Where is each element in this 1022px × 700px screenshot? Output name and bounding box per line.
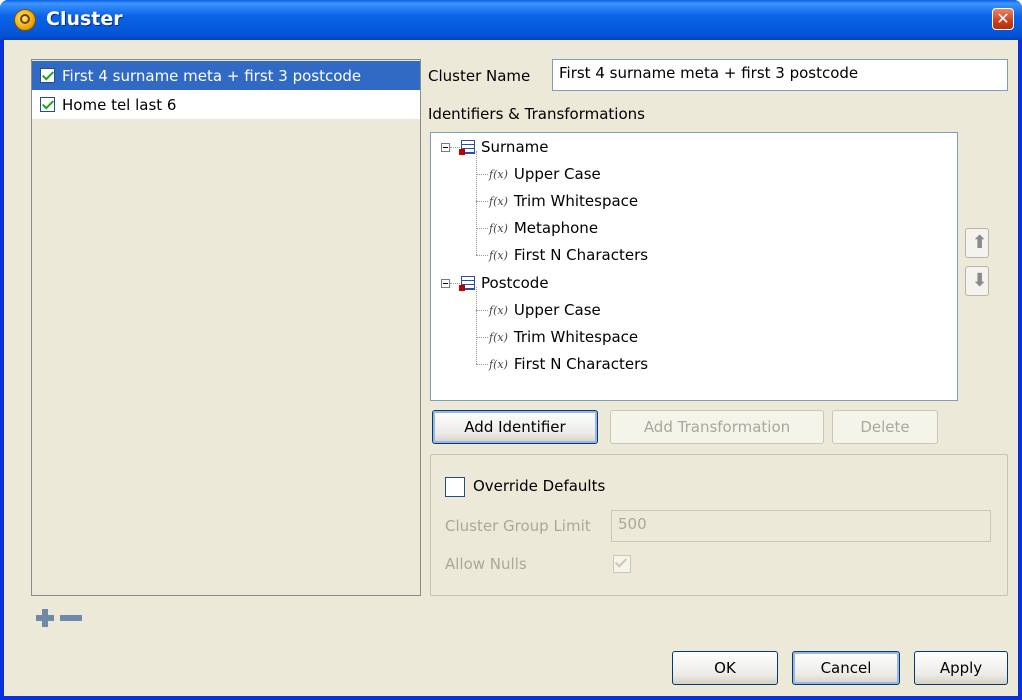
cluster-list-item-label: First 4 surname meta + first 3 postcode bbox=[62, 66, 362, 85]
identifiers-label: Identifiers & Transformations bbox=[428, 105, 645, 123]
tree-connector bbox=[450, 147, 460, 148]
transformation-name: Upper Case bbox=[513, 301, 601, 319]
identifiers-tree[interactable]: Surname f(x) Upper Case f(x) Trim Whites… bbox=[430, 132, 958, 401]
tree-node-transformation[interactable]: f(x) First N Characters bbox=[489, 351, 648, 377]
function-icon: f(x) bbox=[489, 357, 508, 371]
apply-button[interactable]: Apply bbox=[914, 651, 1008, 685]
tree-node-transformation[interactable]: f(x) First N Characters bbox=[489, 242, 648, 268]
tree-connector bbox=[476, 151, 477, 255]
allow-nulls-checkbox[interactable] bbox=[613, 555, 631, 573]
tree-connector bbox=[450, 283, 460, 284]
tree-connector bbox=[476, 174, 488, 175]
identifier-name: Surname bbox=[481, 138, 549, 156]
function-icon: f(x) bbox=[489, 194, 508, 208]
close-icon: ✕ bbox=[996, 9, 1010, 28]
tree-connector bbox=[476, 287, 477, 364]
dialog-body: First 4 surname meta + first 3 postcode … bbox=[4, 40, 1018, 696]
cluster-enabled-checkbox[interactable] bbox=[40, 68, 55, 83]
identifier-name: Postcode bbox=[481, 274, 549, 292]
tree-node-transformation[interactable]: f(x) Metaphone bbox=[489, 215, 598, 241]
cluster-name-label: Cluster Name bbox=[428, 67, 531, 85]
delete-button[interactable]: Delete bbox=[832, 410, 938, 444]
tree-node-transformation[interactable]: f(x) Upper Case bbox=[489, 297, 601, 323]
tree-connector bbox=[476, 255, 488, 256]
cluster-dialog: Cluster ✕ First 4 surname meta + first 3… bbox=[0, 0, 1022, 700]
function-icon: f(x) bbox=[489, 167, 508, 181]
function-icon: f(x) bbox=[489, 303, 508, 317]
override-defaults-checkbox[interactable] bbox=[445, 477, 465, 497]
remove-cluster-icon[interactable] bbox=[60, 615, 82, 621]
arrow-up-icon: ⬆ bbox=[972, 232, 988, 253]
function-icon: f(x) bbox=[489, 221, 508, 235]
allow-nulls-label: Allow Nulls bbox=[445, 555, 527, 573]
add-cluster-icon[interactable] bbox=[34, 607, 56, 629]
defaults-group: Override Defaults Cluster Group Limit 50… bbox=[430, 454, 1008, 596]
tree-connector bbox=[476, 201, 488, 202]
tree-node-identifier[interactable]: Postcode bbox=[459, 270, 549, 296]
title-bar[interactable]: Cluster ✕ bbox=[0, 0, 1022, 40]
collapse-icon[interactable] bbox=[441, 279, 450, 288]
tree-node-transformation[interactable]: f(x) Trim Whitespace bbox=[489, 324, 638, 350]
move-down-button[interactable]: ⬇ bbox=[965, 266, 989, 296]
collapse-icon[interactable] bbox=[441, 143, 450, 152]
cluster-name-input[interactable]: First 4 surname meta + first 3 postcode bbox=[552, 59, 1008, 91]
transformation-name: First N Characters bbox=[513, 355, 649, 373]
cluster-enabled-checkbox[interactable] bbox=[40, 97, 55, 112]
add-transformation-button[interactable]: Add Transformation bbox=[610, 410, 824, 444]
cancel-button[interactable]: Cancel bbox=[792, 651, 900, 685]
tree-node-identifier[interactable]: Surname bbox=[459, 134, 549, 160]
override-defaults-label: Override Defaults bbox=[473, 477, 606, 495]
cluster-group-limit-input[interactable]: 500 bbox=[611, 510, 991, 542]
tree-connector bbox=[476, 228, 488, 229]
tree-connector bbox=[476, 310, 488, 311]
tree-node-transformation[interactable]: f(x) Trim Whitespace bbox=[489, 188, 638, 214]
tree-connector bbox=[476, 364, 488, 365]
arrow-down-icon: ⬇ bbox=[972, 270, 988, 291]
ok-button[interactable]: OK bbox=[672, 651, 778, 685]
tree-connector bbox=[476, 337, 488, 338]
transformation-name: First N Characters bbox=[513, 246, 649, 264]
function-icon: f(x) bbox=[489, 248, 508, 262]
cluster-group-limit-label: Cluster Group Limit bbox=[445, 517, 591, 535]
cluster-list-item[interactable]: Home tel last 6 bbox=[32, 90, 420, 119]
transformation-name: Trim Whitespace bbox=[513, 192, 639, 210]
cluster-list-item-label: Home tel last 6 bbox=[62, 95, 177, 114]
move-up-button[interactable]: ⬆ bbox=[965, 228, 989, 258]
function-icon: f(x) bbox=[489, 330, 508, 344]
close-button[interactable]: ✕ bbox=[992, 8, 1014, 30]
window-title: Cluster bbox=[46, 8, 123, 30]
transformation-name: Upper Case bbox=[513, 165, 601, 183]
table-icon bbox=[459, 140, 475, 155]
cluster-list-item[interactable]: First 4 surname meta + first 3 postcode bbox=[32, 61, 420, 90]
app-icon bbox=[14, 9, 36, 31]
add-identifier-button[interactable]: Add Identifier bbox=[432, 410, 598, 444]
transformation-name: Trim Whitespace bbox=[513, 328, 639, 346]
cluster-list[interactable]: First 4 surname meta + first 3 postcode … bbox=[31, 59, 421, 596]
tree-node-transformation[interactable]: f(x) Upper Case bbox=[489, 161, 601, 187]
transformation-name: Metaphone bbox=[513, 219, 599, 237]
table-icon bbox=[459, 276, 475, 291]
